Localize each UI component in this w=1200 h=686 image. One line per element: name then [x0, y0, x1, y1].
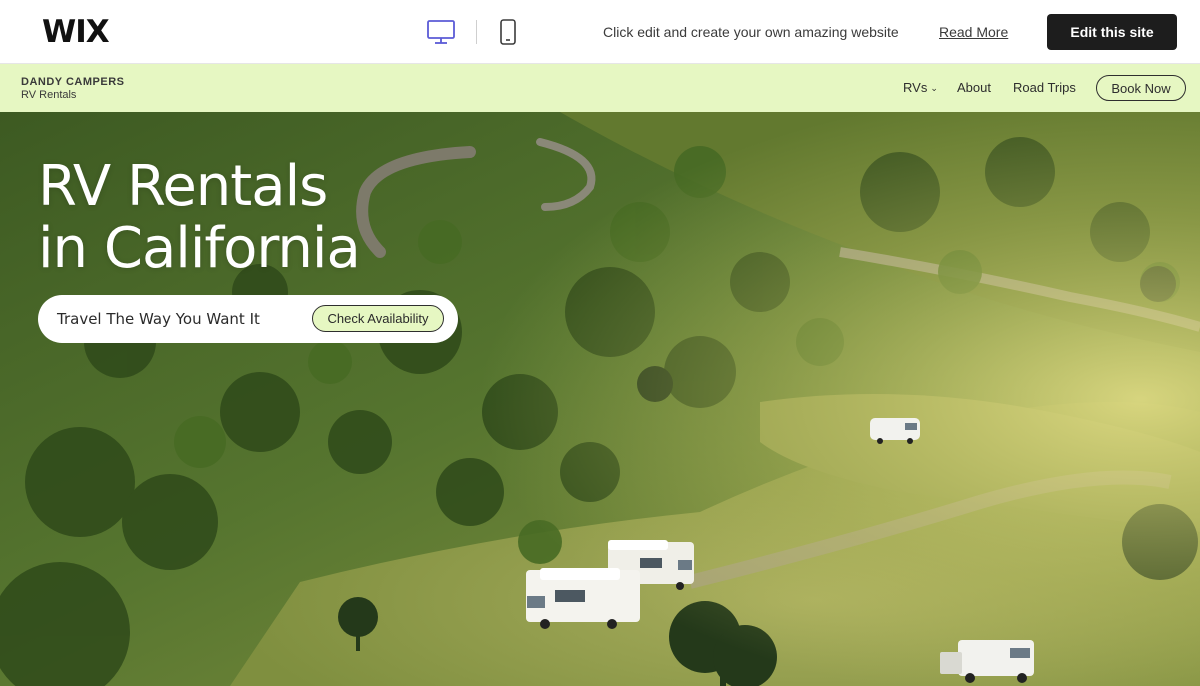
mobile-icon[interactable]	[499, 18, 517, 46]
edit-site-button[interactable]: Edit this site	[1047, 14, 1177, 50]
site-header: DANDY CAMPERS RV Rentals RVs ⌄ About Road…	[0, 64, 1200, 112]
check-availability-button[interactable]: Check Availability	[312, 305, 444, 332]
wix-promo-message: Click edit and create your own amazing w…	[603, 24, 899, 40]
hero-tagline-pill: Travel The Way You Want It Check Availab…	[38, 295, 458, 343]
hero-title: RV Rentals in California	[38, 154, 361, 281]
rv-motorhome-2	[526, 568, 640, 629]
hero-title-line-1: RV Rentals	[38, 154, 328, 219]
device-divider	[476, 20, 477, 44]
chevron-down-icon: ⌄	[930, 83, 938, 93]
brand-subtitle: RV Rentals	[21, 89, 77, 101]
desktop-icon[interactable]	[426, 18, 456, 46]
hero-tagline: Travel The Way You Want It	[57, 310, 260, 328]
brand-name[interactable]: DANDY CAMPERS	[21, 76, 124, 88]
book-now-button[interactable]: Book Now	[1096, 75, 1186, 101]
nav-item-label: RVs	[903, 80, 928, 95]
wix-top-bar: WIX Click edit and create your own amazi…	[0, 0, 1200, 64]
read-more-link[interactable]: Read More	[939, 24, 1008, 40]
nav-item-road-trips[interactable]: Road Trips	[1013, 80, 1076, 95]
hero-title-line-2: in California	[38, 216, 361, 281]
nav-item-rvs[interactable]: RVs ⌄	[903, 80, 938, 95]
hero-section: RV Rentals in California Travel The Way …	[0, 112, 1200, 686]
nav-item-about[interactable]: About	[957, 80, 991, 95]
wix-logo[interactable]: WIX	[42, 14, 110, 50]
